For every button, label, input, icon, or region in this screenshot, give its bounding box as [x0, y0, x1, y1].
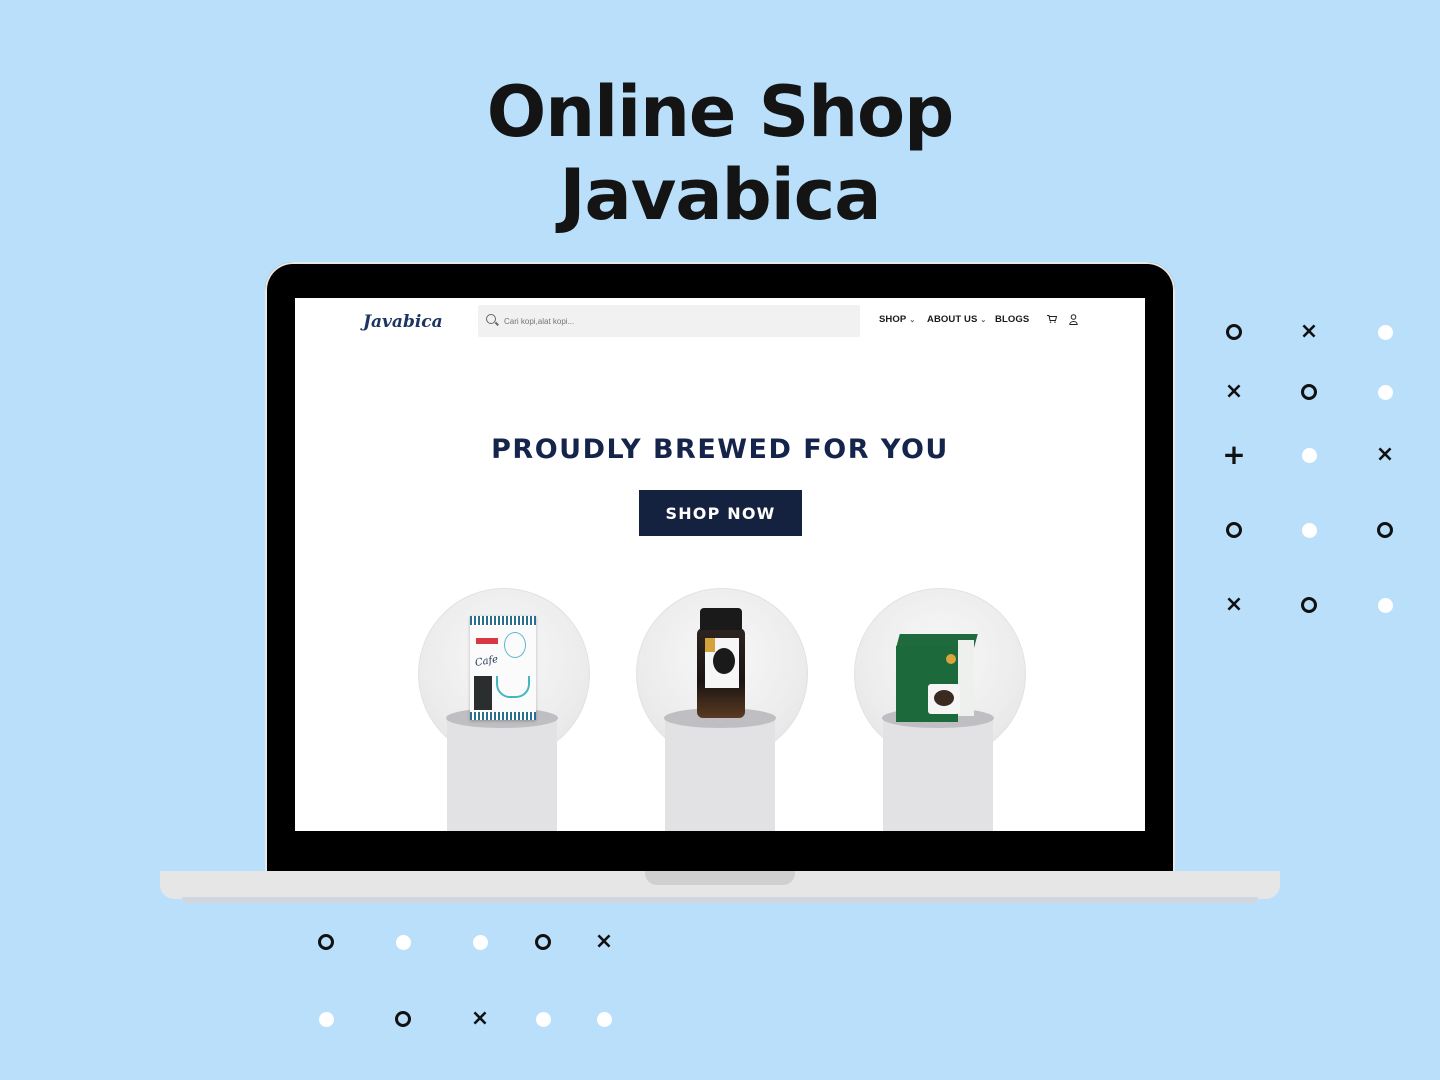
dot-icon	[592, 1007, 616, 1031]
product-image-coffee-bag[interactable]: Cafe	[470, 616, 536, 720]
search-bar[interactable]	[478, 305, 860, 337]
cross-icon: ×	[1375, 442, 1395, 467]
laptop-notch	[645, 871, 795, 885]
cross-icon: ×	[470, 1006, 490, 1031]
product-pedestal	[665, 718, 775, 831]
search-input[interactable]	[504, 305, 844, 337]
site-logo-text: Javabica	[363, 312, 443, 332]
circle-outline-icon	[1297, 593, 1321, 617]
dot-icon	[391, 930, 415, 954]
nav-item-about[interactable]: ABOUT US ⌄	[927, 314, 986, 325]
plus-icon: +	[1222, 438, 1246, 471]
dot-icon	[468, 930, 492, 954]
chevron-down-icon: ⌄	[909, 317, 916, 324]
cross-icon: ×	[1224, 379, 1244, 404]
user-icon[interactable]	[1069, 314, 1078, 325]
page-headline-line-1: Online Shop	[486, 71, 954, 153]
product-card[interactable]	[636, 588, 808, 831]
dot-icon	[314, 1007, 338, 1031]
circle-outline-icon	[314, 930, 338, 954]
hero-title: PROUDLY BREWED FOR YOU	[491, 434, 949, 465]
chevron-down-icon: ⌄	[980, 317, 987, 324]
circle-outline-icon	[391, 1007, 415, 1031]
nav-blogs-label: BLOGS	[995, 314, 1030, 325]
dot-icon	[531, 1007, 555, 1031]
page-headline-line-2: Javabica	[559, 154, 882, 236]
nav-item-blogs[interactable]: BLOGS	[995, 314, 1029, 325]
dot-icon	[1297, 518, 1321, 542]
site-logo[interactable]: Javabica	[363, 312, 443, 332]
product-card[interactable]	[854, 588, 1026, 831]
cross-icon: ×	[1224, 592, 1244, 617]
circle-outline-icon	[1222, 518, 1246, 542]
cross-icon: ×	[594, 929, 614, 954]
dot-icon	[1373, 380, 1397, 404]
nav-item-shop[interactable]: SHOP ⌄	[879, 314, 915, 325]
dot-icon	[1373, 593, 1397, 617]
circle-outline-icon	[1373, 518, 1397, 542]
product-card[interactable]: Cafe	[418, 588, 590, 831]
search-icon	[486, 314, 496, 324]
circle-outline-icon	[1222, 320, 1246, 344]
product-image-coffee-jar[interactable]	[697, 608, 745, 718]
dot-icon	[1297, 443, 1321, 467]
product-pedestal	[447, 718, 557, 831]
cross-icon: ×	[1299, 319, 1319, 344]
cart-icon[interactable]	[1047, 315, 1057, 323]
product-pedestal	[883, 718, 993, 831]
circle-outline-icon	[531, 930, 555, 954]
product-image-drip-box[interactable]	[896, 634, 978, 722]
nav-shop-label: SHOP	[879, 314, 907, 325]
dot-icon	[1373, 320, 1397, 344]
circle-outline-icon	[1297, 380, 1321, 404]
nav-about-label: ABOUT US	[927, 314, 978, 325]
shop-now-button[interactable]: SHOP NOW	[639, 490, 802, 536]
laptop-screen: Javabica SHOP⌄ ABOUT US⌄ BLOGS PROUDLY B…	[295, 298, 1145, 831]
laptop-base-shadow	[182, 897, 1258, 903]
